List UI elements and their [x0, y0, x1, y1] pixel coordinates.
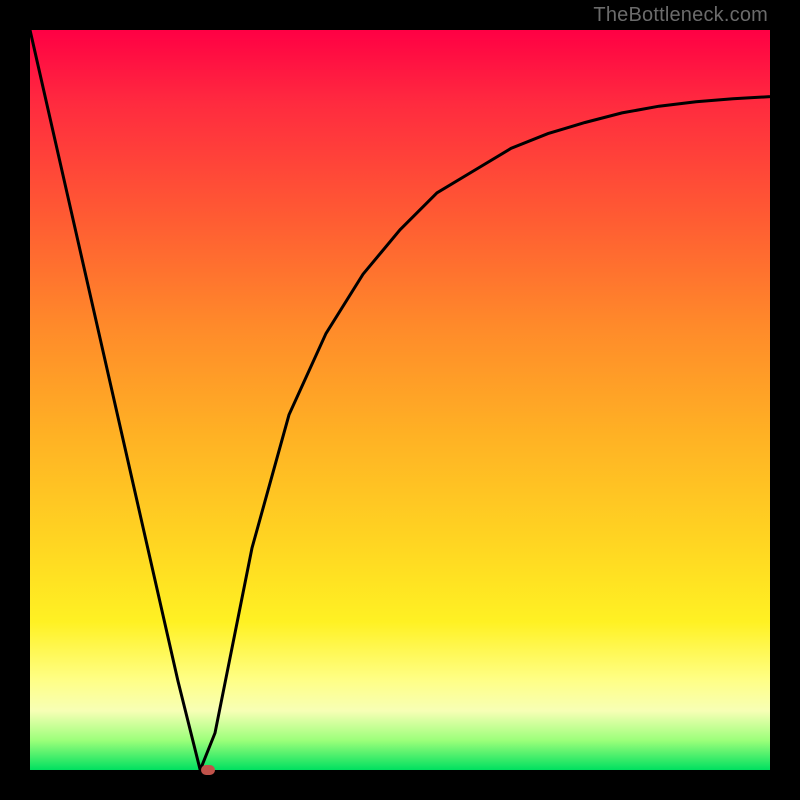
plot-area	[30, 30, 770, 770]
bottleneck-curve	[30, 30, 770, 770]
chart-frame: TheBottleneck.com	[0, 0, 800, 800]
min-point-marker	[201, 765, 215, 775]
curve-path	[30, 30, 770, 770]
watermark-text: TheBottleneck.com	[593, 4, 768, 27]
